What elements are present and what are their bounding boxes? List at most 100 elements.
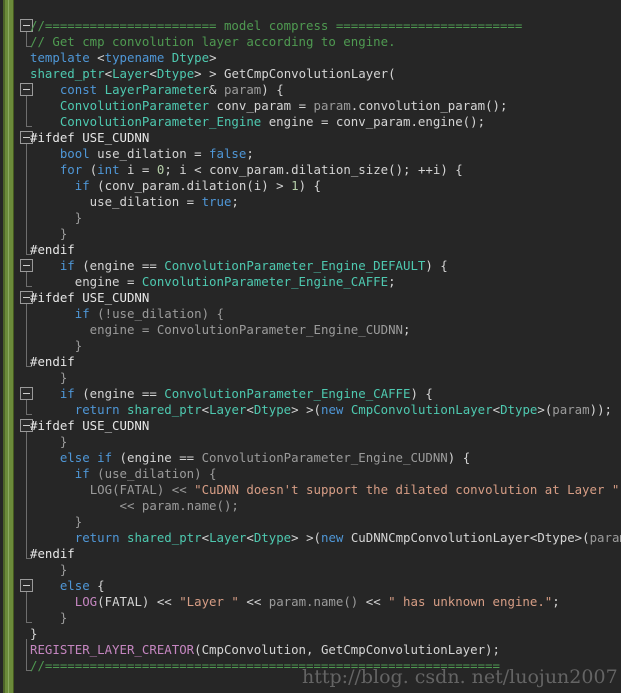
code-line[interactable]: for (int i = 0; i < conv_param.dilation_…: [30, 162, 463, 178]
code-line[interactable]: << param.name();: [30, 498, 239, 514]
code-line[interactable]: if (engine == ConvolutionParameter_Engin…: [30, 258, 448, 274]
code-line[interactable]: }: [30, 626, 37, 642]
code-token: <<: [149, 594, 180, 609]
code-token: false: [209, 146, 247, 161]
code-line[interactable]: LOG(FATAL) << "Layer " << param.name() <…: [30, 594, 560, 610]
code-token: }: [30, 434, 68, 449]
code-line[interactable]: #endif: [30, 354, 75, 370]
code-line[interactable]: #ifdef USE_CUDNN: [30, 290, 149, 306]
code-line[interactable]: template <typename Dtype>: [30, 50, 217, 66]
code-token: Dtype: [253, 402, 292, 417]
code-token: }: [30, 514, 83, 529]
code-line[interactable]: ConvolutionParameter conv_param = param.…: [30, 98, 508, 114]
code-line[interactable]: return shared_ptr<Layer<Dtype> >(new CuD…: [30, 530, 621, 546]
code-line[interactable]: #ifdef USE_CUDNN: [30, 418, 149, 434]
code-token: param.name(): [268, 594, 359, 609]
code-token: REGISTER_LAYER_CREATOR: [30, 642, 195, 657]
code-token: (conv_param.dilation(i) >: [89, 178, 292, 193]
code-token: .convolution_param();: [350, 98, 508, 113]
code-editor-window: //======================= model compress…: [0, 0, 621, 693]
code-token: new: [321, 402, 351, 417]
code-line[interactable]: }: [30, 434, 67, 450]
code-token: <<: [238, 594, 269, 609]
code-line[interactable]: engine = ConvolutionParameter_Engine_CAF…: [30, 274, 396, 290]
code-token: ;: [231, 194, 239, 209]
code-token: (engine ==: [112, 450, 202, 465]
code-token: " has unknown engine.": [388, 594, 553, 609]
code-token: ConvolutionParameter_Engine_CUDNN: [201, 450, 448, 465]
code-line[interactable]: //======================= model compress…: [30, 18, 522, 34]
code-token: (CmpConvolution, GetCmpConvolutionLayer)…: [194, 642, 500, 657]
code-token: true: [201, 194, 232, 209]
code-token: param: [589, 530, 621, 545]
code-token: ConvolutionParameter_Engine_DEFAULT: [164, 258, 426, 273]
code-token: Dtype: [171, 50, 210, 65]
code-token: #endif: [30, 242, 75, 257]
code-line[interactable]: }: [30, 226, 67, 242]
code-token: (FATAL) <<: [112, 482, 195, 497]
code-line[interactable]: const LayerParameter& param) {: [30, 82, 284, 98]
code-token: (!use_dilation) {: [89, 306, 224, 321]
code-line[interactable]: }: [30, 370, 67, 386]
code-line[interactable]: if (engine == ConvolutionParameter_Engin…: [30, 386, 433, 402]
code-line[interactable]: shared_ptr<Layer<Dtype> > GetCmpConvolut…: [30, 66, 396, 82]
code-token: "CuDNN doesn't support the dilated convo…: [194, 482, 620, 497]
code-line[interactable]: // Get cmp convolution layer according t…: [30, 34, 396, 50]
code-token: use_dilation =: [30, 194, 202, 209]
code-line[interactable]: }: [30, 562, 67, 578]
code-line[interactable]: return shared_ptr<Layer<Dtype> >(new Cmp…: [30, 402, 612, 418]
code-line[interactable]: }: [30, 514, 82, 530]
code-line[interactable]: use_dilation = true;: [30, 194, 239, 210]
code-line[interactable]: else {: [30, 578, 105, 594]
code-token: use_dilation =: [89, 146, 210, 161]
code-token: }: [30, 226, 68, 241]
code-line[interactable]: LOG(FATAL) << "CuDNN doesn't support the…: [30, 482, 620, 498]
code-token: CmpConvolutionLayer: [350, 402, 493, 417]
code-line[interactable]: else if (engine == ConvolutionParameter_…: [30, 450, 470, 466]
code-line[interactable]: }: [30, 338, 82, 354]
code-line[interactable]: if (conv_param.dilation(i) > 1) {: [30, 178, 321, 194]
code-token: LOG: [89, 482, 113, 497]
code-token: <<: [358, 594, 389, 609]
code-token: //======================================…: [30, 658, 500, 673]
code-token: engine = conv_param.engine();: [261, 114, 486, 129]
code-line[interactable]: engine = ConvolutionParameter_Engine_CUD…: [30, 322, 411, 338]
code-line[interactable]: REGISTER_LAYER_CREATOR(CmpConvolution, G…: [30, 642, 500, 658]
code-token: ConvolutionParameter_Engine_CAFFE: [164, 386, 411, 401]
code-line[interactable]: ConvolutionParameter_Engine engine = con…: [30, 114, 485, 130]
code-line[interactable]: bool use_dilation = false;: [30, 146, 254, 162]
code-line[interactable]: #ifdef USE_CUDNN: [30, 130, 149, 146]
code-token: <: [104, 66, 113, 81]
code-token: param: [223, 82, 262, 97]
code-line[interactable]: #endif: [30, 242, 75, 258]
code-line[interactable]: }: [30, 610, 67, 626]
code-token: >: [209, 50, 217, 65]
code-token: ) {: [261, 82, 284, 97]
fold-rail: [26, 95, 27, 126]
code-token: #ifdef USE_CUDNN: [30, 130, 150, 145]
code-token: for: [59, 162, 83, 177]
code-line[interactable]: #endif: [30, 546, 75, 562]
code-token: #endif: [30, 546, 75, 561]
code-line[interactable]: //======================================…: [30, 658, 500, 674]
code-line[interactable]: if (use_dilation) {: [30, 466, 217, 482]
code-token: CuDNNCmpConvolutionLayer: [350, 530, 530, 545]
code-text-area[interactable]: //======================= model compress…: [30, 0, 621, 693]
code-token: GetCmpConvolutionLayer(: [224, 66, 396, 81]
code-token: template: [30, 50, 98, 65]
fold-rail: [26, 639, 27, 670]
code-token: (engine ==: [74, 258, 165, 273]
code-line[interactable]: }: [30, 210, 82, 226]
code-line[interactable]: if (!use_dilation) {: [30, 306, 224, 322]
code-token: i =: [119, 162, 157, 177]
code-token: ConvolutionParameter: [59, 98, 210, 113]
code-token: >(: [574, 530, 590, 545]
code-token: if: [59, 258, 75, 273]
